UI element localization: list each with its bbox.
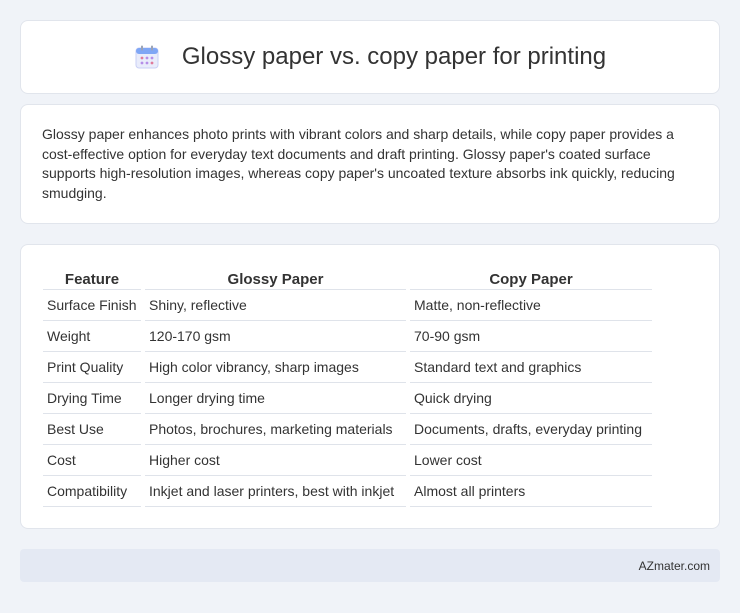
copy-cell: Matte, non-reflective — [410, 290, 652, 321]
glossy-cell: Photos, brochures, marketing materials — [145, 414, 406, 445]
glossy-cell: Inkjet and laser printers, best with ink… — [145, 476, 406, 507]
table-row: Weight 120-170 gsm 70-90 gsm — [43, 321, 652, 352]
glossy-cell: Shiny, reflective — [145, 290, 406, 321]
footer-brand[interactable]: AZmater.com — [639, 559, 710, 573]
comparison-table-card: Feature Glossy Paper Copy Paper Surface … — [20, 244, 720, 529]
table-row: Best Use Photos, brochures, marketing ma… — [43, 414, 652, 445]
page-title: Glossy paper vs. copy paper for printing — [181, 43, 607, 70]
feature-cell: Compatibility — [43, 476, 141, 507]
feature-cell: Weight — [43, 321, 141, 352]
table-header-row: Feature Glossy Paper Copy Paper — [43, 264, 652, 290]
title-card: Glossy paper vs. copy paper for printing — [20, 20, 720, 94]
column-header-copy-paper: Copy Paper — [410, 264, 652, 290]
copy-cell: Lower cost — [410, 445, 652, 476]
glossy-cell: Higher cost — [145, 445, 406, 476]
feature-cell: Cost — [43, 445, 141, 476]
copy-cell: Standard text and graphics — [410, 352, 652, 383]
summary-card: Glossy paper enhances photo prints with … — [20, 104, 720, 224]
footer-bar: AZmater.com — [20, 549, 720, 582]
feature-cell: Surface Finish — [43, 290, 141, 321]
feature-cell: Best Use — [43, 414, 141, 445]
table-row: Cost Higher cost Lower cost — [43, 445, 652, 476]
table-row: Drying Time Longer drying time Quick dry… — [43, 383, 652, 414]
copy-cell: Almost all printers — [410, 476, 652, 507]
comparison-table: Feature Glossy Paper Copy Paper Surface … — [39, 264, 656, 507]
glossy-cell: Longer drying time — [145, 383, 406, 414]
copy-cell: Quick drying — [410, 383, 652, 414]
summary-text: Glossy paper enhances photo prints with … — [42, 126, 675, 201]
column-header-glossy-paper: Glossy Paper — [145, 264, 406, 290]
table-row: Print Quality High color vibrancy, sharp… — [43, 352, 652, 383]
glossy-cell: High color vibrancy, sharp images — [145, 352, 406, 383]
table-row: Compatibility Inkjet and laser printers,… — [43, 476, 652, 507]
copy-cell: Documents, drafts, everyday printing — [410, 414, 652, 445]
glossy-cell: 120-170 gsm — [145, 321, 406, 352]
calendar-icon — [134, 44, 160, 70]
column-header-feature: Feature — [43, 264, 141, 290]
feature-cell: Print Quality — [43, 352, 141, 383]
feature-cell: Drying Time — [43, 383, 141, 414]
copy-cell: 70-90 gsm — [410, 321, 652, 352]
table-row: Surface Finish Shiny, reflective Matte, … — [43, 290, 652, 321]
